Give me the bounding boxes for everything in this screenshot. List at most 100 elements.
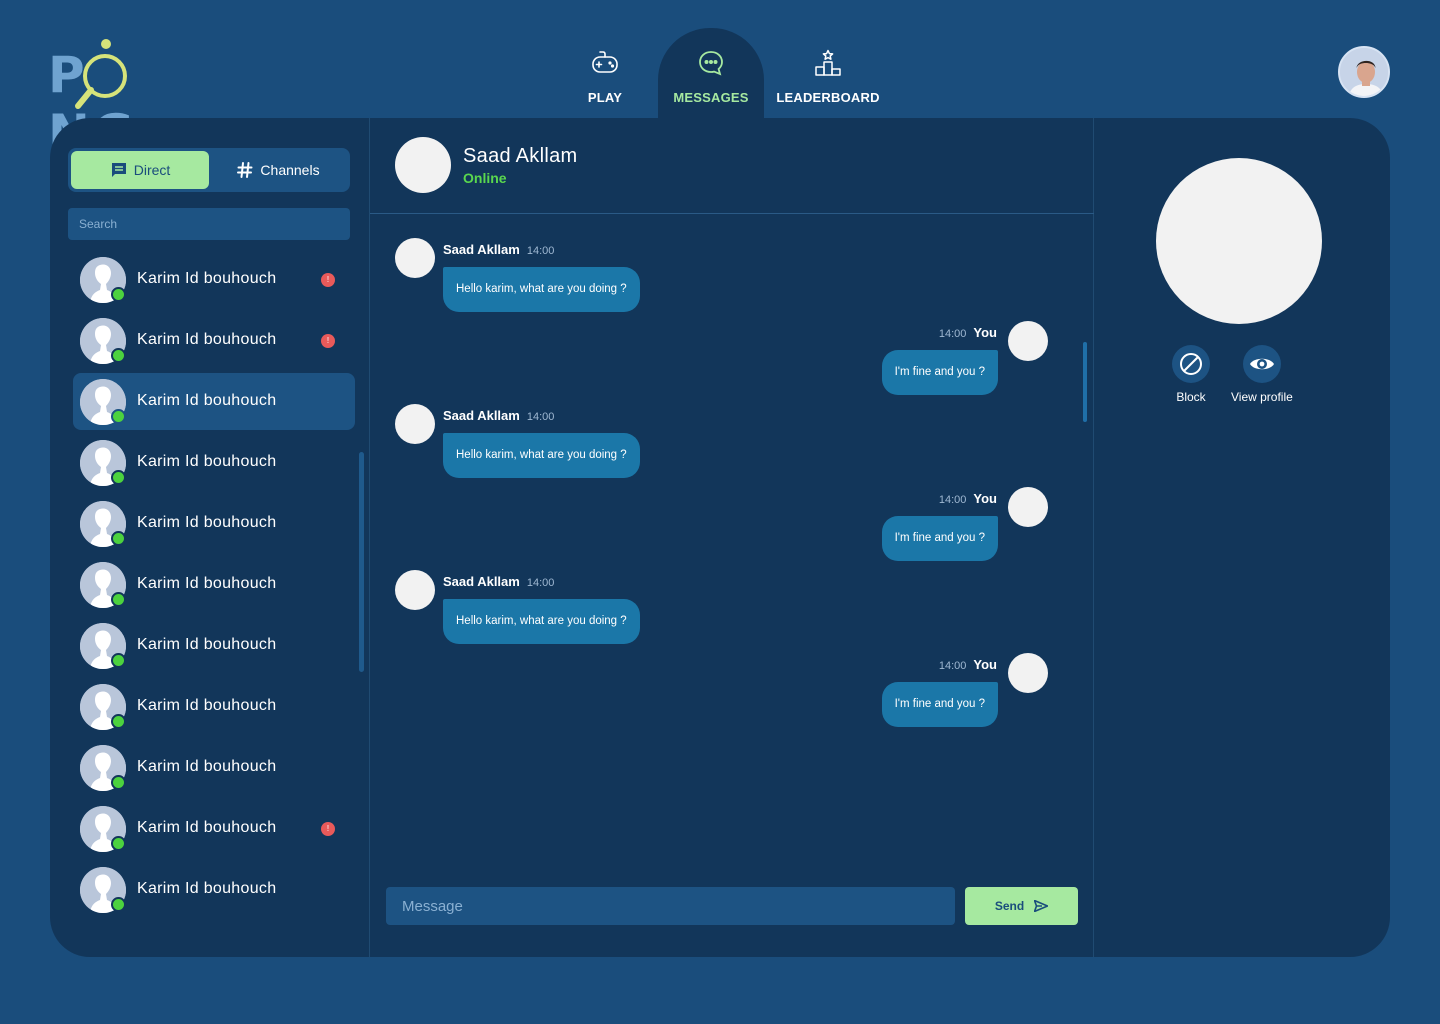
- direct-toggle-button[interactable]: Direct: [71, 151, 209, 189]
- channels-label: Channels: [260, 162, 320, 178]
- tab-messages-label: MESSAGES: [673, 90, 749, 105]
- contact-name: Karim Id bouhouch: [137, 819, 277, 836]
- contact-item[interactable]: Karim Id bouhouch: [73, 434, 355, 491]
- message-sender: Saad Akllam: [443, 574, 520, 589]
- conversations-sidebar: Direct Channels Karim Id bouhouch!Karim …: [50, 118, 370, 957]
- chat-bubble-icon: [699, 51, 723, 76]
- contact-item[interactable]: Karim Id bouhouch: [73, 739, 355, 796]
- online-status-dot: [111, 775, 126, 790]
- app-logo[interactable]: PNG: [48, 36, 208, 162]
- message-bubble: Hello karim, what are you doing ?: [443, 599, 640, 644]
- tab-messages[interactable]: MESSAGES: [658, 28, 764, 118]
- send-icon: [1034, 900, 1049, 912]
- chat-contact-status: Online: [463, 170, 507, 186]
- block-button[interactable]: Block: [1172, 345, 1210, 404]
- tab-leaderboard-label: LEADERBOARD: [776, 90, 880, 105]
- contact-name: Karim Id bouhouch: [137, 453, 277, 470]
- sender-avatar[interactable]: [395, 404, 435, 444]
- paddle-logo-icon: [75, 39, 127, 109]
- user-photo: [1340, 48, 1388, 96]
- message-bubble: I'm fine and you ?: [881, 350, 998, 395]
- message-sender: You: [973, 657, 997, 672]
- sender-avatar[interactable]: [1008, 653, 1048, 693]
- message-time: 14:00: [526, 411, 555, 423]
- contact-profile-panel: Block View profile: [1094, 118, 1390, 957]
- online-status-dot: [111, 287, 126, 302]
- channels-toggle-button[interactable]: Channels: [209, 151, 347, 189]
- message-bubble: Hello karim, what are you doing ?: [443, 433, 640, 478]
- message-meta: Saad Akllam 14:00: [443, 408, 554, 423]
- hashtag-icon: [237, 162, 253, 178]
- message-meta: 14:00 You: [939, 325, 997, 340]
- sender-avatar[interactable]: [395, 570, 435, 610]
- main-nav: PLAY MESSAGES LEADERBOARD: [552, 28, 892, 118]
- contact-item[interactable]: Karim Id bouhouch!: [73, 251, 355, 308]
- message-time: 14:00: [938, 328, 967, 340]
- profile-avatar: [1156, 158, 1322, 324]
- contact-item[interactable]: Karim Id bouhouch: [73, 373, 355, 430]
- online-status-dot: [111, 531, 126, 546]
- contact-item[interactable]: Karim Id bouhouch: [73, 495, 355, 552]
- tab-leaderboard[interactable]: LEADERBOARD: [764, 28, 892, 118]
- contact-item[interactable]: Karim Id bouhouch: [73, 617, 355, 674]
- chat-contact-avatar[interactable]: [395, 137, 451, 193]
- unread-badge: !: [321, 273, 335, 287]
- message-sender: Saad Akllam: [443, 242, 520, 257]
- online-status-dot: [111, 348, 126, 363]
- contact-list-scrollbar[interactable]: [359, 452, 364, 672]
- chat-contact-name: Saad Akllam: [463, 145, 578, 167]
- contact-item[interactable]: Karim Id bouhouch: [73, 861, 355, 918]
- message-list-scrollbar[interactable]: [1083, 342, 1087, 422]
- contact-name: Karim Id bouhouch: [137, 697, 277, 714]
- contact-name: Karim Id bouhouch: [137, 331, 277, 348]
- contact-name: Karim Id bouhouch: [137, 270, 277, 287]
- contact-name: Karim Id bouhouch: [137, 880, 277, 897]
- online-status-dot: [111, 592, 126, 607]
- chat-header: Saad Akllam Online: [370, 118, 1094, 214]
- block-icon: [1172, 345, 1210, 383]
- message-bubble: Hello karim, what are you doing ?: [443, 267, 640, 312]
- message-sender: Saad Akllam: [443, 408, 520, 423]
- chat-area: Saad Akllam Online Saad Akllam 14:00 Hello…: [370, 118, 1094, 957]
- message-bubble: I'm fine and you ?: [881, 682, 998, 727]
- gamepad-icon: [592, 51, 618, 73]
- contact-name: Karim Id bouhouch: [137, 758, 277, 775]
- block-label: Block: [1176, 390, 1206, 404]
- tab-play[interactable]: PLAY: [552, 28, 658, 118]
- online-status-dot: [111, 653, 126, 668]
- podium-icon: [815, 49, 841, 76]
- contact-item[interactable]: Karim Id bouhouch!: [73, 312, 355, 369]
- message-time: 14:00: [938, 660, 967, 672]
- unread-badge: !: [321, 822, 335, 836]
- send-button[interactable]: Send: [965, 887, 1078, 925]
- view-profile-label: View profile: [1231, 390, 1293, 404]
- conversation-type-toggle: Direct Channels: [68, 148, 350, 192]
- message-meta: 14:00 You: [939, 491, 997, 506]
- unread-badge: !: [321, 334, 335, 348]
- sender-avatar[interactable]: [1008, 321, 1048, 361]
- user-avatar[interactable]: [1338, 46, 1390, 98]
- search-input[interactable]: [68, 208, 350, 240]
- message-icon: [111, 163, 126, 177]
- message-time: 14:00: [526, 577, 555, 589]
- sender-avatar[interactable]: [395, 238, 435, 278]
- contact-item[interactable]: Karim Id bouhouch: [73, 678, 355, 735]
- contact-item[interactable]: Karim Id bouhouch: [73, 556, 355, 613]
- send-label: Send: [994, 899, 1025, 913]
- eye-icon: [1242, 345, 1281, 383]
- contact-name: Karim Id bouhouch: [137, 575, 277, 592]
- contact-name: Karim Id bouhouch: [137, 392, 277, 409]
- contact-item[interactable]: Karim Id bouhouch!: [73, 800, 355, 857]
- message-sender: You: [973, 491, 997, 506]
- message-meta: Saad Akllam 14:00: [443, 574, 554, 589]
- contact-name: Karim Id bouhouch: [137, 514, 277, 531]
- message-time: 14:00: [938, 494, 967, 506]
- direct-label: Direct: [133, 162, 171, 178]
- message-sender: You: [973, 325, 997, 340]
- message-meta: 14:00 You: [939, 657, 997, 672]
- tab-play-label: PLAY: [587, 90, 623, 105]
- message-input[interactable]: [386, 887, 955, 925]
- sender-avatar[interactable]: [1008, 487, 1048, 527]
- message-bubble: I'm fine and you ?: [881, 516, 998, 561]
- view-profile-button[interactable]: View profile: [1231, 345, 1293, 404]
